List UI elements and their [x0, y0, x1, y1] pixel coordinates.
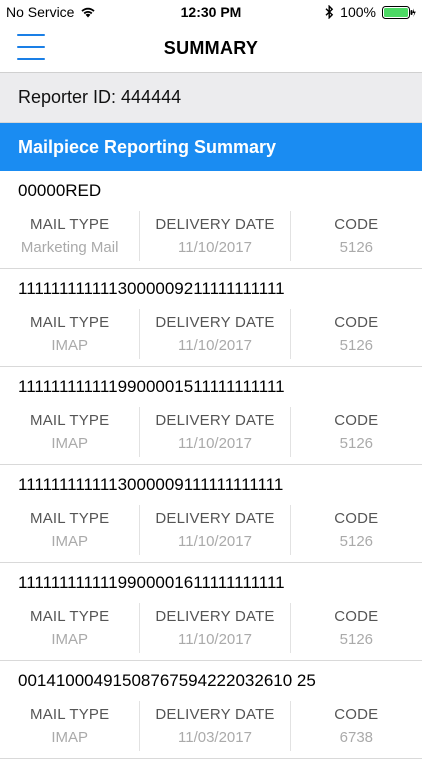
code-value: 5126	[339, 631, 374, 648]
section-header: Mailpiece Reporting Summary	[0, 123, 422, 171]
mail-type-value: IMAP	[51, 631, 89, 648]
mailpiece-id: 00141000491508767594222032610 25	[18, 671, 316, 690]
list-item[interactable]: 1111111111113000009111111111111 MAIL TYP…	[0, 465, 422, 563]
mail-type-label: MAIL TYPE	[30, 412, 110, 429]
bluetooth-icon	[325, 5, 334, 19]
record-fields: MAIL TYPE IMAP DELIVERY DATE 11/10/2017 …	[0, 407, 422, 457]
delivery-date-label: DELIVERY DATE	[155, 608, 275, 625]
mail-type-field: MAIL TYPE IMAP	[0, 603, 139, 653]
wifi-icon	[80, 6, 96, 18]
code-label: CODE	[334, 608, 379, 625]
mail-type-value: Marketing Mail	[20, 239, 119, 256]
record-fields: MAIL TYPE IMAP DELIVERY DATE 11/10/2017 …	[0, 505, 422, 555]
code-label: CODE	[334, 216, 379, 233]
code-label: CODE	[334, 412, 379, 429]
status-time: 12:30 PM	[180, 4, 242, 20]
section-title: Mailpiece Reporting Summary	[18, 136, 277, 157]
mail-type-label: MAIL TYPE	[30, 706, 110, 723]
delivery-date-field: DELIVERY DATE 11/03/2017	[139, 701, 291, 751]
mail-type-value: IMAP	[51, 435, 89, 452]
mail-type-field: MAIL TYPE IMAP	[0, 505, 139, 555]
code-field: CODE 5126	[291, 603, 422, 653]
delivery-date-value: 11/10/2017	[178, 337, 252, 354]
mail-type-label: MAIL TYPE	[30, 510, 110, 527]
battery-percent: 100%	[340, 4, 376, 20]
delivery-date-label: DELIVERY DATE	[155, 216, 275, 233]
list-item[interactable]: 1111111111119900001511111111111 MAIL TYP…	[0, 367, 422, 465]
mail-type-field: MAIL TYPE Marketing Mail	[0, 211, 139, 261]
menu-line	[17, 58, 45, 60]
delivery-date-value: 11/10/2017	[178, 239, 252, 256]
code-field: CODE 5126	[291, 309, 422, 359]
mailpiece-id: 1111111111113000009211111111111	[18, 279, 285, 298]
mail-type-label: MAIL TYPE	[30, 314, 110, 331]
code-value: 5126	[339, 239, 374, 256]
record-fields: MAIL TYPE IMAP DELIVERY DATE 11/03/2017 …	[0, 701, 422, 751]
menu-line	[17, 46, 45, 48]
code-label: CODE	[334, 510, 379, 527]
mail-type-field: MAIL TYPE IMAP	[0, 309, 139, 359]
delivery-date-label: DELIVERY DATE	[155, 412, 275, 429]
status-bar: No Service 12:30 PM 100%	[0, 0, 422, 24]
record-fields: MAIL TYPE IMAP DELIVERY DATE 11/10/2017 …	[0, 309, 422, 359]
delivery-date-field: DELIVERY DATE 11/10/2017	[139, 603, 291, 653]
battery-icon	[381, 5, 416, 19]
menu-line	[17, 34, 45, 36]
delivery-date-label: DELIVERY DATE	[155, 314, 275, 331]
code-field: CODE 5126	[291, 407, 422, 457]
page-title: SUMMARY	[163, 37, 259, 58]
code-value: 5126	[339, 435, 374, 452]
code-value: 5126	[339, 533, 374, 550]
record-fields: MAIL TYPE IMAP DELIVERY DATE 11/10/2017 …	[0, 603, 422, 653]
list-item[interactable]: 1111111111113000009211111111111 MAIL TYP…	[0, 269, 422, 367]
mailpiece-id: 1111111111113000009111111111111	[18, 475, 284, 494]
reporter-id-label: Reporter ID: 444444	[18, 87, 182, 107]
reporter-id-bar: Reporter ID: 444444	[0, 73, 422, 123]
code-field: CODE 6738	[291, 701, 422, 751]
code-field: CODE 5126	[291, 211, 422, 261]
code-value: 6738	[339, 729, 374, 746]
delivery-date-value: 11/03/2017	[178, 729, 252, 746]
mailpiece-id: 1111111111119900001611111111111	[18, 573, 285, 592]
delivery-date-value: 11/10/2017	[178, 533, 252, 550]
delivery-date-label: DELIVERY DATE	[155, 706, 275, 723]
carrier-label: No Service	[6, 4, 75, 20]
records-list: 00000RED MAIL TYPE Marketing Mail DELIVE…	[0, 171, 422, 759]
delivery-date-value: 11/10/2017	[178, 631, 252, 648]
mail-type-label: MAIL TYPE	[30, 608, 110, 625]
status-left: No Service	[6, 4, 156, 20]
mailpiece-id: 1111111111119900001511111111111	[18, 377, 285, 396]
delivery-date-value: 11/10/2017	[178, 435, 252, 452]
delivery-date-label: DELIVERY DATE	[155, 510, 275, 527]
delivery-date-field: DELIVERY DATE 11/10/2017	[139, 505, 291, 555]
mailpiece-id: 00000RED	[18, 181, 102, 200]
record-fields: MAIL TYPE Marketing Mail DELIVERY DATE 1…	[0, 211, 422, 261]
code-label: CODE	[334, 706, 379, 723]
delivery-date-field: DELIVERY DATE 11/10/2017	[139, 407, 291, 457]
nav-bar: SUMMARY	[0, 24, 422, 73]
mail-type-field: MAIL TYPE IMAP	[0, 407, 139, 457]
delivery-date-field: DELIVERY DATE 11/10/2017	[139, 309, 291, 359]
mail-type-value: IMAP	[51, 729, 89, 746]
menu-button[interactable]	[17, 34, 45, 60]
list-item[interactable]: 00141000491508767594222032610 25 MAIL TY…	[0, 661, 422, 759]
code-value: 5126	[339, 337, 374, 354]
mail-type-label: MAIL TYPE	[30, 216, 110, 233]
mail-type-value: IMAP	[51, 337, 89, 354]
mail-type-value: IMAP	[51, 533, 89, 550]
delivery-date-field: DELIVERY DATE 11/10/2017	[139, 211, 291, 261]
list-item[interactable]: 1111111111119900001611111111111 MAIL TYP…	[0, 563, 422, 661]
status-right: 100%	[266, 4, 416, 20]
list-item[interactable]: 00000RED MAIL TYPE Marketing Mail DELIVE…	[0, 171, 422, 269]
code-field: CODE 5126	[291, 505, 422, 555]
code-label: CODE	[334, 314, 379, 331]
mail-type-field: MAIL TYPE IMAP	[0, 701, 139, 751]
